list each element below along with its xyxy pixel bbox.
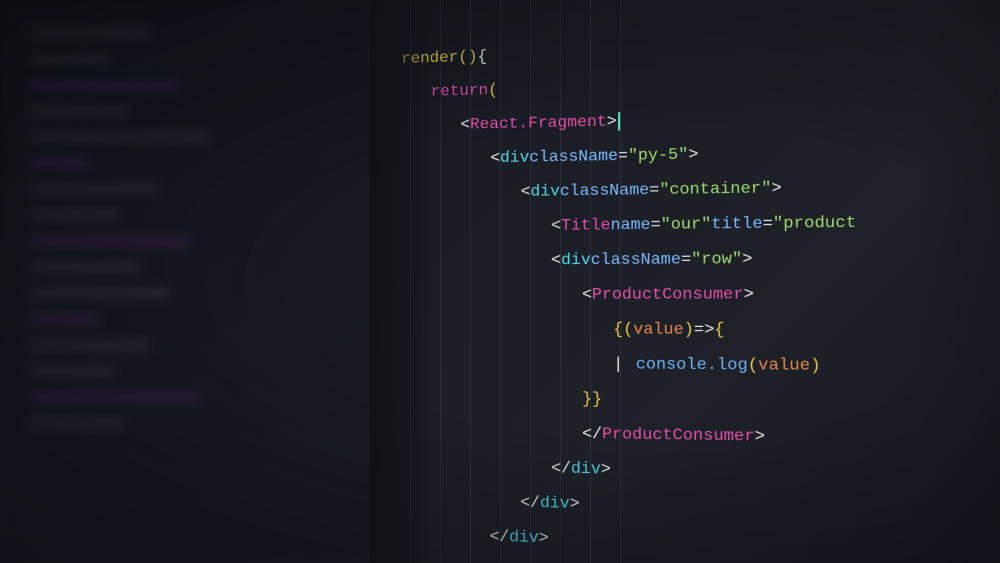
- product-consumer-close: ProductConsumer: [602, 426, 755, 445]
- keyword-render: render: [401, 49, 458, 66]
- react-fragment-open: React.Fragment: [470, 114, 607, 133]
- text-cursor: [618, 112, 620, 130]
- code-line-8: <ProductConsumer>: [400, 276, 1000, 312]
- blurred-code-left: [0, 0, 420, 563]
- code-line-10: | console.log(value): [400, 346, 1000, 385]
- product-consumer-open: ProductConsumer: [592, 286, 744, 303]
- code-editor-screenshot: render() { return ( <React.Fragment> <di…: [0, 0, 1000, 563]
- param-value: value: [633, 321, 684, 338]
- code-area: render() { return ( <React.Fragment> <di…: [380, 0, 1000, 563]
- code-line-9: {(value) => {: [400, 312, 1000, 349]
- console-method: console.log: [636, 356, 748, 373]
- code-content: render() { return ( <React.Fragment> <di…: [399, 1, 1000, 563]
- keyword-return: return: [431, 82, 489, 99]
- title-component: Title: [561, 217, 611, 234]
- code-line-7: <div className="row">: [400, 239, 1000, 278]
- closing-braces: }}: [582, 391, 602, 408]
- code-line-6: <Title name="our" title= "product: [400, 203, 1000, 244]
